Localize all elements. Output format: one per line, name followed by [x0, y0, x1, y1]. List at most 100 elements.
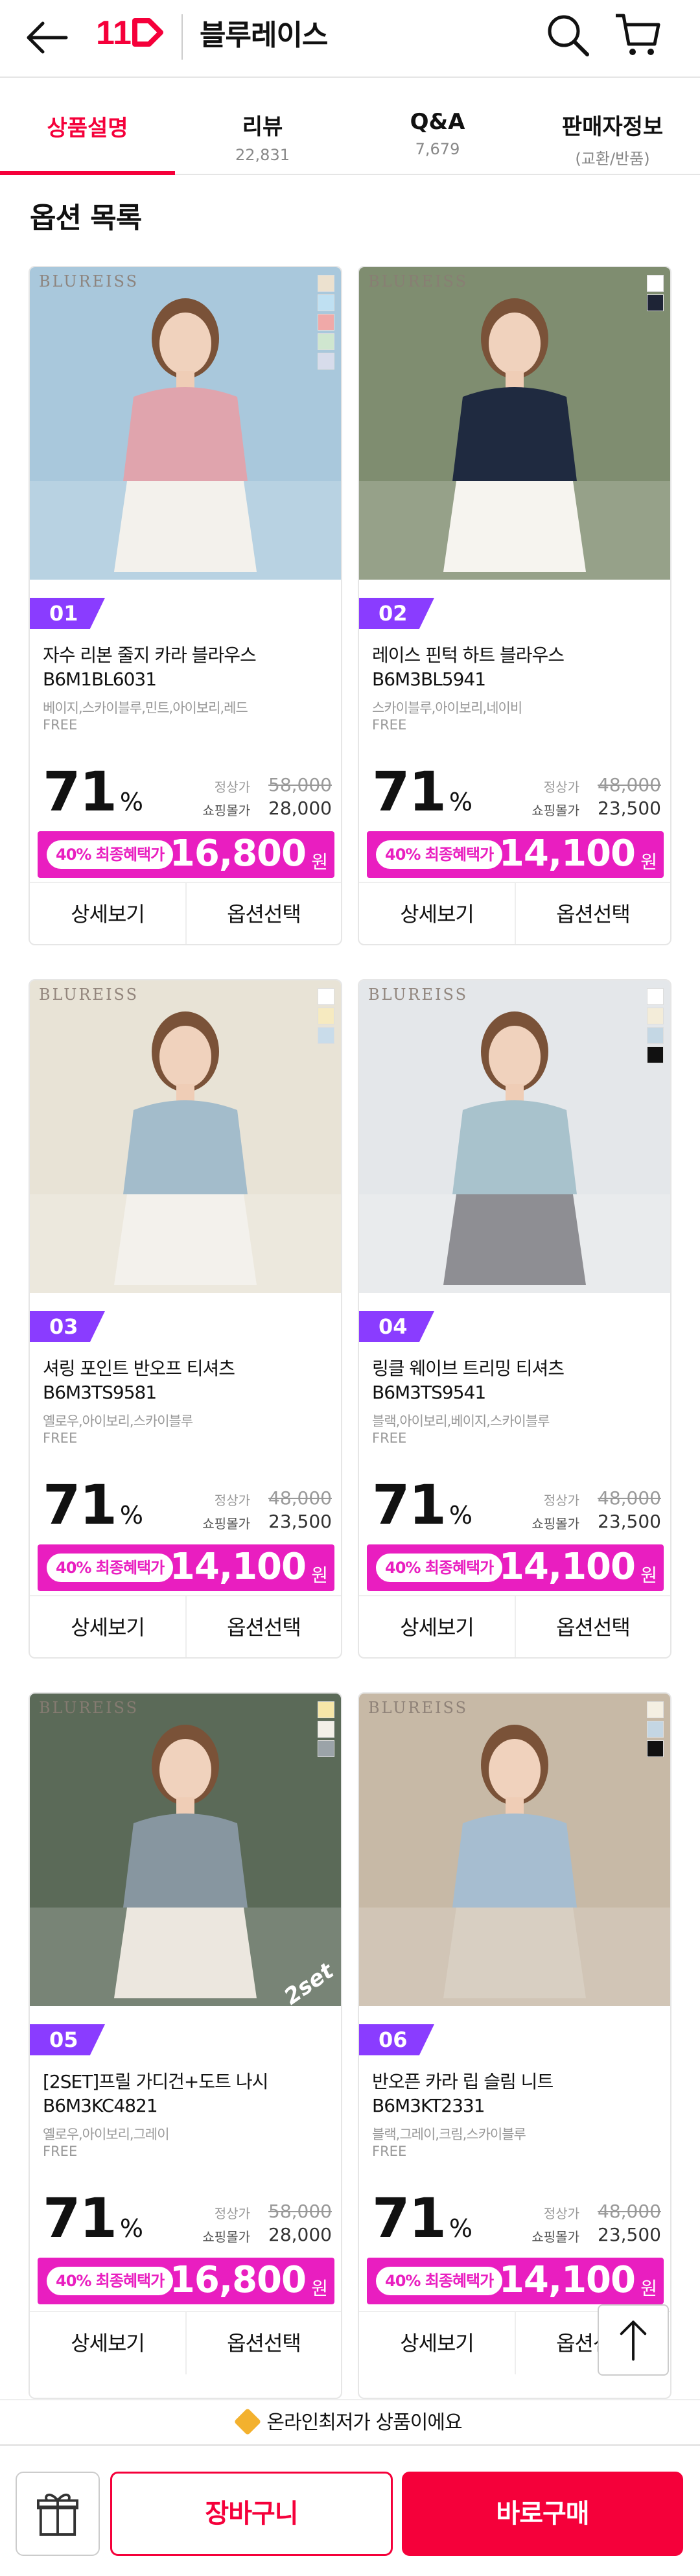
final-benefit-price: 40% 최종혜택가 14,100 원 [38, 1544, 334, 1591]
gift-icon [37, 2493, 78, 2536]
back-arrow-icon[interactable] [23, 12, 75, 64]
cart-icon[interactable] [612, 9, 664, 61]
tab-label: 상품설명 [47, 115, 128, 141]
tab-qna[interactable]: Q&A 7,679 [350, 78, 525, 175]
product-option-card[interactable]: BLUREISS 2set 05 [2SET]프릴 가디건+도트 나시 B6M3KC4… [29, 1692, 342, 2399]
product-option-card[interactable]: BLUREISS 03 셔링 포인트 반오프 티셔츠 B6M3TS9581 옐로우,아… [29, 979, 342, 1659]
regular-price-label: 정상가 [543, 779, 579, 795]
color-swatch [318, 1721, 334, 1738]
discount-rate: 71% [43, 2186, 143, 2250]
final-price: 14,100 [498, 833, 636, 875]
product-photo[interactable]: BLUREISS [30, 980, 341, 1293]
product-photo[interactable]: BLUREISS 2set [30, 1694, 341, 2010]
color-swatch [647, 1027, 664, 1044]
color-swatch [318, 1027, 334, 1044]
brand-watermark: BLUREISS [39, 1699, 139, 1717]
card-actions: 상세보기 옵션선택 [359, 1595, 670, 1657]
product-size: FREE [43, 2144, 78, 2159]
product-option-card[interactable]: BLUREISS 01 자수 리본 줄지 카라 블라우스 B6M1BL6031 베이지… [29, 266, 342, 945]
product-colors: 스카이블루,아이보리,네이비 [372, 700, 522, 716]
regular-price: 58,000 [268, 774, 332, 796]
model-figure [359, 298, 670, 580]
product-option-card[interactable]: BLUREISS 02 레이스 핀턱 하트 블라우스 B6M3BL5941 스카이블루… [358, 266, 671, 945]
tab-count: 22,831 [235, 146, 290, 164]
store-name[interactable]: 블루레이스 [200, 12, 328, 53]
shop-price-label: 쇼핑몰가 [202, 1516, 250, 1531]
brand-watermark: BLUREISS [368, 1699, 469, 1717]
view-detail-button[interactable]: 상세보기 [359, 883, 515, 944]
model-figure [359, 1011, 670, 1293]
product-photo[interactable]: BLUREISS [359, 980, 670, 1293]
color-swatch [647, 1721, 664, 1738]
view-detail-button[interactable]: 상세보기 [30, 883, 185, 944]
product-colors: 옐로우,아이보리,스카이블루 [43, 1413, 193, 1429]
color-swatch [647, 275, 664, 292]
color-swatch [647, 988, 664, 1005]
won-unit: 원 [640, 2278, 657, 2299]
tab-description[interactable]: 상품설명 [0, 78, 175, 175]
card-actions: 상세보기 옵션선택 [30, 1595, 341, 1657]
won-unit: 원 [311, 851, 328, 873]
select-option-button[interactable]: 옵션선택 [515, 1596, 670, 1657]
select-option-button[interactable]: 옵션선택 [515, 883, 670, 944]
tab-sub: (교환/반품) [575, 150, 650, 168]
model-figure [359, 1725, 670, 2006]
scroll-top-button[interactable] [598, 2304, 669, 2376]
shop-price-label: 쇼핑몰가 [202, 803, 250, 818]
discount-rate: 71% [372, 760, 472, 823]
select-option-button[interactable]: 옵션선택 [185, 2312, 341, 2374]
shop-price: 23,500 [598, 1511, 661, 1532]
color-swatches [318, 988, 334, 1046]
discount-value: 71 [43, 1473, 117, 1537]
product-photo[interactable]: BLUREISS [30, 267, 341, 580]
product-name: [2SET]프릴 가디건+도트 나시 B6M3KC4821 [43, 2071, 268, 2116]
view-detail-button[interactable]: 상세보기 [359, 1596, 515, 1657]
regular-price-label: 정상가 [214, 779, 250, 795]
product-name: 셔링 포인트 반오프 티셔츠 B6M3TS9581 [43, 1358, 235, 1403]
color-swatch [318, 294, 334, 311]
final-price: 16,800 [169, 833, 307, 875]
product-option-card[interactable]: BLUREISS 06 반오픈 카라 립 슬림 니트 B6M3KT2331 블랙,그레… [358, 1692, 671, 2399]
view-detail-button[interactable]: 상세보기 [30, 1596, 185, 1657]
product-size: FREE [372, 1430, 407, 1446]
regular-price: 48,000 [268, 1487, 332, 1509]
tab-reviews[interactable]: 리뷰 22,831 [175, 78, 350, 175]
view-detail-button[interactable]: 상세보기 [30, 2312, 185, 2374]
buy-now-button[interactable]: 바로구매 [402, 2472, 683, 2556]
percent-sign: % [119, 1501, 143, 1530]
select-option-button[interactable]: 옵션선택 [185, 1596, 341, 1657]
shop-price-label: 쇼핑몰가 [531, 2229, 579, 2245]
final-benefit-price: 40% 최종혜택가 16,800 원 [38, 2258, 334, 2304]
search-icon[interactable] [542, 9, 594, 61]
select-option-button[interactable]: 옵션선택 [185, 883, 341, 944]
color-swatch [647, 1701, 664, 1718]
color-swatch [318, 1740, 334, 1757]
regular-price: 48,000 [598, 774, 661, 796]
product-colors: 블랙,그레이,크림,스카이블루 [372, 2127, 526, 2142]
model-figure [30, 1011, 341, 1293]
product-option-card[interactable]: BLUREISS 04 링클 웨이브 트리밍 티셔츠 B6M3TS9541 블랙,아이… [358, 979, 671, 1659]
color-swatch [318, 1008, 334, 1024]
tab-count: 7,679 [415, 140, 460, 158]
eleven-street-logo[interactable]: 11 [96, 13, 167, 52]
product-tabs: 상품설명 리뷰 22,831 Q&A 7,679 판매자정보 (교환/반품) [0, 78, 700, 175]
tab-seller-info[interactable]: 판매자정보 (교환/반품) [525, 78, 700, 175]
won-unit: 원 [311, 1565, 328, 1586]
shop-price: 23,500 [598, 2224, 661, 2245]
color-swatch [318, 314, 334, 331]
color-swatches [647, 988, 664, 1066]
percent-sign: % [449, 2214, 472, 2243]
product-name: 레이스 핀턱 하트 블라우스 B6M3BL5941 [372, 644, 565, 690]
product-photo[interactable]: BLUREISS [359, 267, 670, 580]
won-unit: 원 [640, 851, 657, 873]
product-photo[interactable]: BLUREISS [359, 1694, 670, 2006]
color-swatch [318, 1701, 334, 1718]
add-to-cart-button[interactable]: 장바구니 [110, 2472, 393, 2556]
gift-button[interactable] [16, 2472, 100, 2556]
view-detail-button[interactable]: 상세보기 [359, 2312, 515, 2374]
final-price: 16,800 [169, 2259, 307, 2301]
color-swatch [318, 333, 334, 350]
percent-sign: % [449, 1501, 472, 1530]
arrow-up-icon [620, 2321, 647, 2361]
option-number: 06 [359, 2024, 434, 2055]
